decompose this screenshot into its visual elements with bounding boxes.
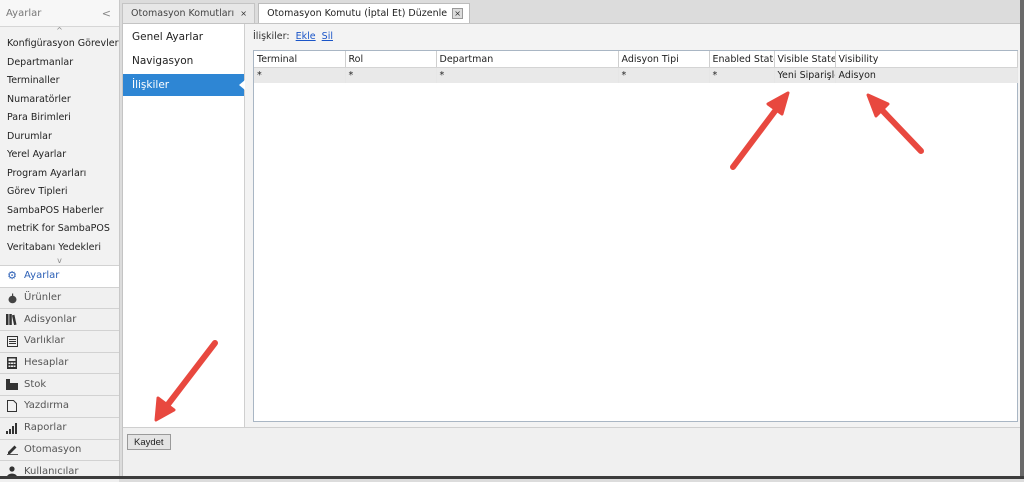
scroll-down-icon[interactable]: v <box>0 257 119 265</box>
calculator-icon <box>6 357 18 370</box>
tab-label: Otomasyon Komutu (İptal Et) Düzenle <box>267 8 448 19</box>
nav-yazdirma[interactable]: Yazdırma <box>0 395 119 417</box>
books-icon <box>6 314 18 326</box>
nav-hesaplar[interactable]: Hesaplar <box>0 351 119 374</box>
section-genel-ayarlar[interactable]: Genel Ayarlar <box>123 26 244 48</box>
nav-urunler[interactable]: Ürünler <box>0 286 119 309</box>
table-header-row: Terminal Rol Departman Adisyon Tipi Enab… <box>254 51 1018 68</box>
nav-raporlar[interactable]: Raporlar <box>0 416 119 439</box>
column-header-visibility[interactable]: Visibility <box>835 51 1018 68</box>
cell-enabled-states[interactable]: * <box>709 67 775 83</box>
editor-panel: Genel Ayarlar Navigasyon Seçenekleri İli… <box>122 23 1022 476</box>
window-frame-right <box>1020 0 1024 479</box>
nav-label: Ürünler <box>24 292 62 304</box>
cell-rol[interactable]: * <box>345 67 437 83</box>
sidebar-item-veritabani-yedekleri[interactable]: Veritabanı Yedekleri <box>0 239 119 258</box>
relations-panel: İlişkiler: Ekle Sil Terminal Rol Departm… <box>245 24 1021 427</box>
sidebar-item-program-ayarlari[interactable]: Program Ayarları <box>0 165 119 184</box>
nav-label: Varlıklar <box>24 335 65 347</box>
settings-list: Konfigürasyon Görevleri Departmanlar Ter… <box>0 35 119 257</box>
editor-section-nav: Genel Ayarlar Navigasyon Seçenekleri İli… <box>123 24 245 427</box>
nav-varliklar[interactable]: Varlıklar <box>0 330 119 352</box>
nav-label: Hesaplar <box>24 357 69 369</box>
nav-label: Otomasyon <box>24 443 82 455</box>
relations-table: Terminal Rol Departman Adisyon Tipi Enab… <box>254 51 1018 83</box>
cell-departman[interactable]: * <box>436 67 619 83</box>
sidebar-title: Ayarlar <box>6 7 42 19</box>
nav-otomasyon[interactable]: Otomasyon <box>0 438 119 461</box>
sidebar-item-metrik[interactable]: metriK for SambaPOS <box>0 220 119 239</box>
delete-link[interactable]: Sil <box>322 31 333 42</box>
cell-adisyon-tipi[interactable]: * <box>618 67 710 83</box>
sidebar-item-yerel-ayarlar[interactable]: Yerel Ayarlar <box>0 146 119 165</box>
sidebar-item-para-birimleri[interactable]: Para Birimleri <box>0 109 119 128</box>
cell-visibility[interactable]: Adisyon <box>835 67 1018 83</box>
food-icon <box>6 292 18 304</box>
nav-stok[interactable]: Stok <box>0 373 119 396</box>
cell-visible-states[interactable]: Yeni Siparişler <box>774 67 836 83</box>
tab-otomasyon-komutlari[interactable]: Otomasyon Komutları × <box>122 3 256 23</box>
nav-label: Yazdırma <box>24 400 70 412</box>
sidebar-item-sambapos-haberler[interactable]: SambaPOS Haberler <box>0 202 119 221</box>
table-row[interactable]: * * * * * Yeni Siparişler Adisyon <box>254 67 1018 83</box>
section-navigasyon-secenekleri[interactable]: Navigasyon Seçenekleri <box>123 50 244 89</box>
list-icon <box>6 335 18 347</box>
sidebar-item-numaratorler[interactable]: Numaratörler <box>0 91 119 110</box>
relations-toolbar: İlişkiler: Ekle Sil <box>253 31 333 42</box>
collapse-sidebar-icon[interactable]: < <box>102 7 111 20</box>
document-tabs: Otomasyon Komutları × Otomasyon Komutu (… <box>122 3 473 23</box>
nav-label: Raporlar <box>24 422 67 434</box>
column-header-enabled-states[interactable]: Enabled States <box>709 51 775 68</box>
sidebar-item-konfigurasyon-gorevleri[interactable]: Konfigürasyon Görevleri <box>0 35 119 54</box>
relations-label: İlişkiler: <box>253 31 290 42</box>
nav-ayarlar[interactable]: ⚙ Ayarlar <box>0 265 119 287</box>
column-header-departman[interactable]: Departman <box>436 51 619 68</box>
stock-icon <box>6 379 18 391</box>
column-header-visible-states[interactable]: Visible States <box>774 51 836 68</box>
sidebar-item-durumlar[interactable]: Durumlar <box>0 128 119 147</box>
pencil-icon <box>6 444 18 456</box>
scroll-up-icon[interactable]: ^ <box>0 27 119 35</box>
bar-chart-icon <box>6 422 18 434</box>
save-button[interactable]: Kaydet <box>127 434 171 450</box>
settings-sidebar: Ayarlar < ^ Konfigürasyon Görevleri Depa… <box>0 0 120 482</box>
add-link[interactable]: Ekle <box>296 31 316 42</box>
gear-icon: ⚙ <box>7 269 17 283</box>
tab-otomasyon-komutu-duzenle[interactable]: Otomasyon Komutu (İptal Et) Düzenle × <box>258 3 471 23</box>
close-icon[interactable]: × <box>239 9 248 18</box>
nav-label: Adisyonlar <box>24 313 77 325</box>
column-header-rol[interactable]: Rol <box>345 51 437 68</box>
sidebar-item-terminaller[interactable]: Terminaller <box>0 72 119 91</box>
column-header-adisyon-tipi[interactable]: Adisyon Tipi <box>618 51 710 68</box>
cell-terminal[interactable]: * <box>254 67 346 83</box>
document-icon <box>6 400 18 413</box>
main-navigation: ⚙ Ayarlar Ürünler Adisyonlar Varlıklar H… <box>0 265 119 482</box>
relations-grid[interactable]: Terminal Rol Departman Adisyon Tipi Enab… <box>253 50 1018 422</box>
column-header-terminal[interactable]: Terminal <box>254 51 346 68</box>
tab-label: Otomasyon Komutları <box>131 8 235 19</box>
sidebar-item-gorev-tipleri[interactable]: Görev Tipleri <box>0 183 119 202</box>
editor-footer: Kaydet <box>123 427 1021 476</box>
section-iliskiler[interactable]: İlişkiler <box>123 74 245 96</box>
sidebar-item-departmanlar[interactable]: Departmanlar <box>0 54 119 73</box>
sidebar-header: Ayarlar < <box>0 0 119 27</box>
nav-adisyonlar[interactable]: Adisyonlar <box>0 308 119 331</box>
nav-label: Ayarlar <box>24 270 60 282</box>
close-icon[interactable]: × <box>452 8 464 19</box>
nav-label: Stok <box>24 378 47 390</box>
